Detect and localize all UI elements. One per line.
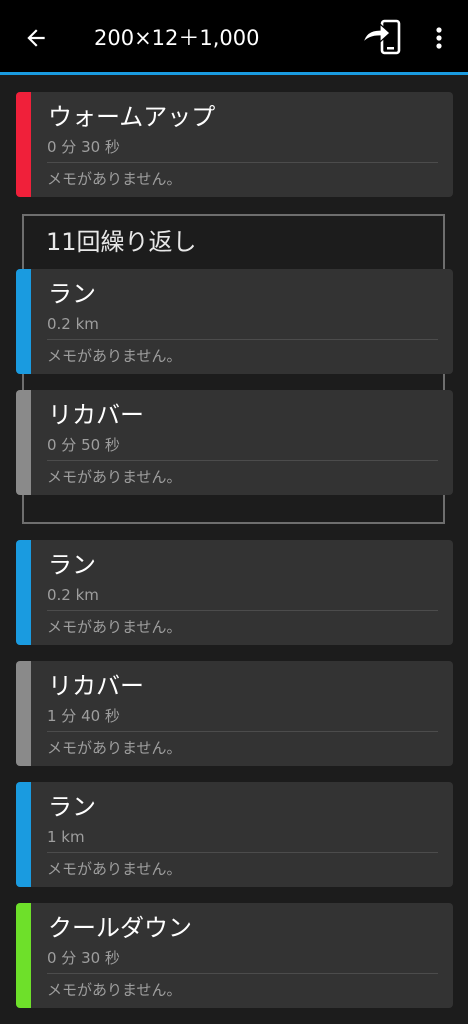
repeat-label: 11回繰り返し [46,228,197,256]
more-options-button[interactable] [426,20,452,56]
step-color-stripe [16,903,31,1008]
divider [47,162,438,163]
app-bar: 200×12＋1,000 [0,0,468,72]
step-name: リカバー [48,672,144,700]
step-color-stripe [16,269,31,374]
step-card-cooldown[interactable]: クールダウン 0 分 30 秒 メモがありません。 [16,903,453,1008]
step-detail: 0 分 30 秒 [47,138,120,156]
step-card-run[interactable]: ラン 0.2 km メモがありません。 [16,540,453,645]
workout-detail-screen: 200×12＋1,000 ウォームアップ 0 分 30 秒 メモがありません。 … [0,0,468,1024]
step-memo: メモがありません。 [47,618,182,636]
step-detail: 0.2 km [47,586,99,604]
divider [47,339,438,340]
page-title: 200×12＋1,000 [94,26,260,50]
step-memo: メモがありません。 [47,170,182,188]
step-name: ラン [48,280,96,308]
step-color-stripe [16,390,31,495]
app-bar-accent-line [0,72,468,75]
step-color-stripe [16,782,31,887]
step-name: ウォームアップ [48,103,216,131]
step-detail: 0 分 50 秒 [47,436,120,454]
arrow-left-icon [27,29,45,47]
step-color-stripe [16,661,31,766]
step-detail: 1 km [47,828,85,846]
step-memo: メモがありません。 [47,468,182,486]
divider [47,731,438,732]
step-card-run[interactable]: ラン 0.2 km メモがありません。 [16,269,453,374]
step-detail: 0.2 km [47,315,99,333]
send-to-device-button[interactable] [360,18,404,58]
more-vertical-icon [436,27,442,49]
step-color-stripe [16,92,31,197]
divider [47,460,438,461]
back-button[interactable] [18,20,54,56]
step-card-recovery[interactable]: リカバー 1 分 40 秒 メモがありません。 [16,661,453,766]
step-card-recovery[interactable]: リカバー 0 分 50 秒 メモがありません。 [16,390,453,495]
divider [47,610,438,611]
step-memo: メモがありません。 [47,860,182,878]
step-detail: 0 分 30 秒 [47,949,120,967]
step-memo: メモがありません。 [47,739,182,757]
divider [47,973,438,974]
step-card-run[interactable]: ラン 1 km メモがありません。 [16,782,453,887]
step-detail: 1 分 40 秒 [47,707,120,725]
send-to-device-icon [362,19,401,55]
step-name: リカバー [48,401,144,429]
step-card-warmup[interactable]: ウォームアップ 0 分 30 秒 メモがありません。 [16,92,453,197]
step-memo: メモがありません。 [47,347,182,365]
step-memo: メモがありません。 [47,981,182,999]
step-name: ラン [48,793,96,821]
step-name: ラン [48,551,96,579]
step-name: クールダウン [48,914,192,942]
divider [47,852,438,853]
step-color-stripe [16,540,31,645]
